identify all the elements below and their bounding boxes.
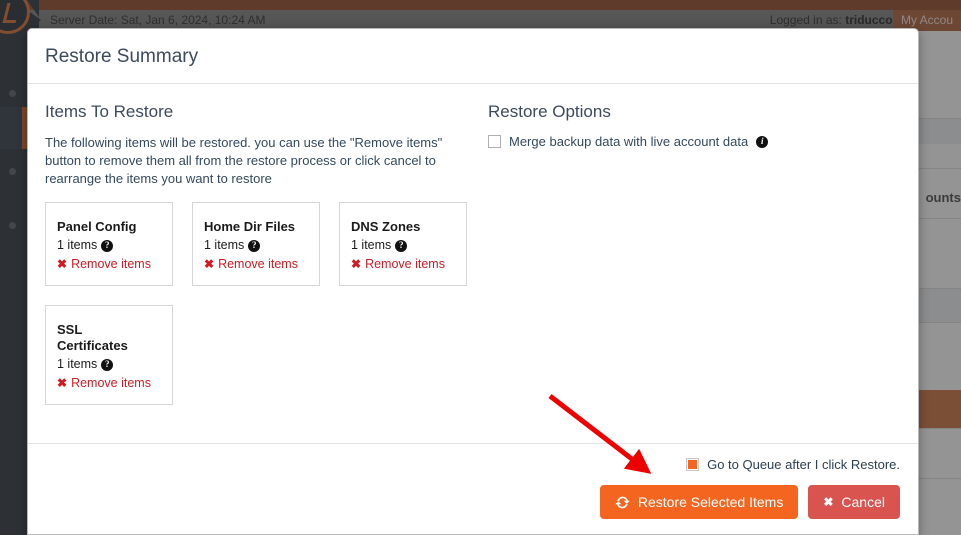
x-mark-icon: ✖ bbox=[57, 376, 68, 390]
card-row: Panel Config 1 items ? ✖ Remove items Ho… bbox=[45, 202, 485, 286]
sync-refresh-icon bbox=[615, 496, 630, 508]
remove-items-link[interactable]: ✖ Remove items bbox=[57, 374, 161, 392]
card-title: Home Dir Files bbox=[204, 219, 296, 234]
items-to-restore-heading: Items To Restore bbox=[45, 102, 174, 121]
card-count: 1 items ? bbox=[204, 237, 308, 254]
go-to-queue-option-row: Go to Queue after I click Restore. bbox=[686, 457, 900, 472]
x-mark-icon: ✖ bbox=[823, 495, 834, 509]
restore-summary-dialog: Restore Summary Items To Restore The fol… bbox=[27, 28, 919, 535]
dialog-footer: Go to Queue after I click Restore. Resto… bbox=[28, 443, 918, 534]
x-mark-icon: ✖ bbox=[351, 257, 362, 271]
merge-backup-checkbox[interactable] bbox=[488, 135, 501, 148]
items-to-restore-description: The following items will be restored. yo… bbox=[45, 135, 443, 186]
dialog-action-buttons: Restore Selected Items ✖ Cancel bbox=[599, 485, 900, 519]
card-count-label: 1 items bbox=[351, 238, 392, 252]
items-to-restore-section: Items To Restore The following items wil… bbox=[45, 102, 475, 188]
card-count-label: 1 items bbox=[57, 238, 98, 252]
cancel-button-label: Cancel bbox=[841, 494, 885, 510]
remove-items-link[interactable]: ✖ Remove items bbox=[57, 255, 161, 273]
remove-items-label: Remove items bbox=[218, 257, 298, 271]
go-to-queue-label: Go to Queue after I click Restore. bbox=[707, 457, 900, 472]
restore-options-section: Restore Options Merge backup data with l… bbox=[488, 102, 888, 149]
merge-backup-label: Merge backup data with live account data bbox=[509, 134, 749, 149]
card-title: SSL Certificates bbox=[57, 322, 128, 353]
cancel-button[interactable]: ✖ Cancel bbox=[808, 485, 900, 519]
dialog-header: Restore Summary bbox=[28, 29, 918, 84]
remove-items-label: Remove items bbox=[365, 257, 445, 271]
question-mark-circle-icon[interactable]: ? bbox=[101, 358, 114, 371]
restore-button-label: Restore Selected Items bbox=[637, 494, 784, 510]
remove-items-link[interactable]: ✖ Remove items bbox=[351, 255, 455, 273]
question-mark-circle-icon[interactable]: ? bbox=[101, 239, 114, 252]
remove-items-link[interactable]: ✖ Remove items bbox=[204, 255, 308, 273]
question-mark-circle-icon[interactable]: ? bbox=[395, 239, 408, 252]
dialog-body: Items To Restore The following items wil… bbox=[28, 84, 918, 443]
restore-item-card[interactable]: Panel Config 1 items ? ✖ Remove items bbox=[45, 202, 173, 286]
merge-backup-option-row: Merge backup data with live account data… bbox=[488, 134, 888, 149]
restore-item-card[interactable]: DNS Zones 1 items ? ✖ Remove items bbox=[339, 202, 467, 286]
restore-selected-items-button[interactable]: Restore Selected Items bbox=[599, 485, 799, 519]
card-count: 1 items ? bbox=[57, 356, 161, 373]
x-mark-icon: ✖ bbox=[204, 257, 215, 271]
restore-items-card-grid: Panel Config 1 items ? ✖ Remove items Ho… bbox=[45, 202, 485, 424]
x-mark-icon: ✖ bbox=[57, 257, 68, 271]
card-count: 1 items ? bbox=[57, 237, 161, 254]
card-title: Panel Config bbox=[57, 219, 137, 234]
remove-items-label: Remove items bbox=[71, 257, 151, 271]
card-count: 1 items ? bbox=[351, 237, 455, 254]
card-title: DNS Zones bbox=[351, 219, 421, 234]
restore-options-heading: Restore Options bbox=[488, 102, 611, 121]
card-row: SSL Certificates 1 items ? ✖ Remove item… bbox=[45, 305, 485, 405]
card-count-label: 1 items bbox=[204, 238, 245, 252]
restore-item-card[interactable]: Home Dir Files 1 items ? ✖ Remove items bbox=[192, 202, 320, 286]
remove-items-label: Remove items bbox=[71, 376, 151, 390]
dialog-title: Restore Summary bbox=[45, 46, 199, 67]
card-count-label: 1 items bbox=[57, 357, 98, 371]
go-to-queue-checkbox[interactable] bbox=[686, 458, 700, 471]
info-circle-icon[interactable]: i bbox=[756, 135, 769, 148]
restore-item-card[interactable]: SSL Certificates 1 items ? ✖ Remove item… bbox=[45, 305, 173, 405]
question-mark-circle-icon[interactable]: ? bbox=[248, 239, 261, 252]
